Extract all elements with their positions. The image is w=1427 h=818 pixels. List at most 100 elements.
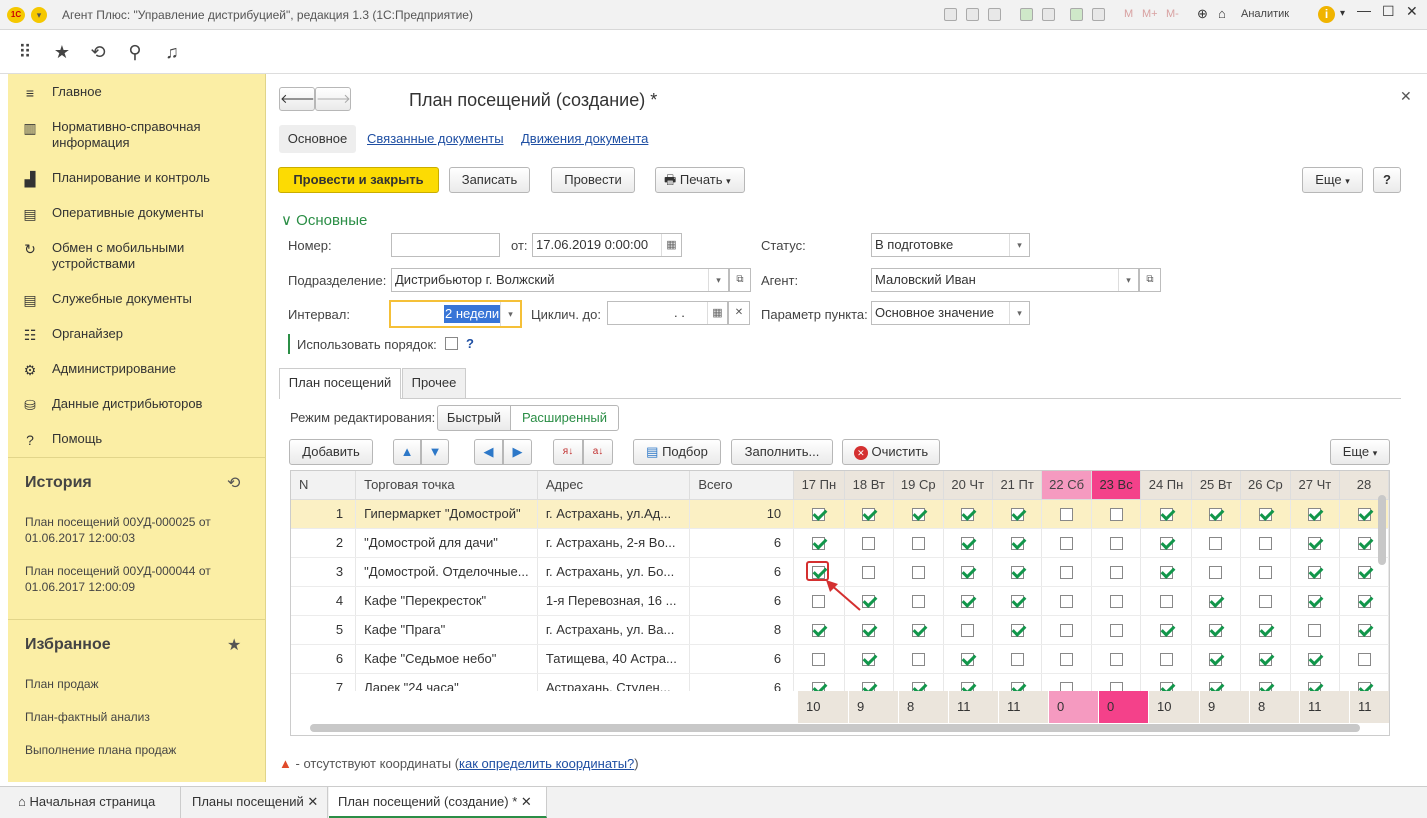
row-number[interactable]: 6 — [291, 644, 357, 674]
main-menu-icon[interactable]: ▾ — [31, 7, 47, 23]
visit-checkbox[interactable] — [812, 508, 826, 522]
info-dropdown-icon[interactable]: ▾ — [1340, 8, 1345, 19]
sidebar-item-planning[interactable]: ▟ Планирование и контроль — [8, 170, 266, 188]
visit-checkbox[interactable] — [862, 537, 876, 551]
visit-checkbox[interactable] — [1258, 566, 1272, 580]
row-point[interactable]: Гипермаркет "Домострой" — [355, 499, 538, 529]
favorite-link[interactable]: План-фактный анализ — [25, 709, 150, 725]
history-link[interactable]: План посещений 00УД-000025 от 01.06.2017… — [25, 514, 245, 546]
visit-checkbox[interactable] — [1258, 508, 1272, 522]
visit-checkbox[interactable] — [911, 508, 925, 522]
date-field[interactable]: 17.06.2019 0:00:00 ▦ — [532, 233, 682, 257]
sidebar-item-reference[interactable]: ▥ Нормативно-справочная информация — [8, 119, 266, 151]
visit-checkbox[interactable] — [1159, 566, 1173, 580]
row-total[interactable]: 10 — [689, 499, 795, 529]
visit-checkbox[interactable] — [1010, 624, 1024, 638]
coordinates-help-link[interactable]: как определить координаты? — [459, 756, 634, 771]
upload-icon[interactable] — [1020, 8, 1033, 21]
maximize-icon[interactable]: ☐ — [1382, 3, 1395, 20]
favorites-star-icon[interactable]: ★ — [51, 42, 73, 63]
move-right-icon[interactable]: ▶ — [503, 439, 532, 465]
calendar-icon[interactable]: ▦ — [707, 302, 727, 324]
visit-checkbox[interactable] — [1010, 653, 1024, 667]
fill-button[interactable]: Заполнить... — [731, 439, 833, 465]
visit-checkbox[interactable] — [1209, 653, 1223, 667]
chevron-down-icon[interactable]: ▾ — [708, 269, 728, 291]
star-icon[interactable]: ★ — [227, 635, 241, 655]
use-order-checkbox[interactable] — [445, 337, 458, 350]
visit-checkbox[interactable] — [812, 653, 826, 667]
row-point[interactable]: Кафе "Перекресток" — [355, 586, 538, 616]
tab-main[interactable]: Основное — [279, 125, 356, 153]
print-icon[interactable] — [966, 8, 979, 21]
visit-checkbox[interactable] — [961, 653, 975, 667]
post-button[interactable]: Провести — [551, 167, 635, 193]
column-header-day-weekend[interactable]: 23 Вс — [1091, 471, 1142, 500]
visit-checkbox[interactable] — [1060, 595, 1074, 609]
visit-checkbox[interactable] — [1357, 566, 1371, 580]
visit-checkbox[interactable] — [1308, 595, 1322, 609]
interval-select[interactable]: 2 недели ▾ — [389, 300, 522, 328]
visit-checkbox[interactable] — [1209, 624, 1223, 638]
table-row[interactable]: 1 Гипермаркет "Домострой" г. Астрахань, ул… — [291, 499, 1389, 529]
visit-checkbox[interactable] — [1109, 566, 1123, 580]
visit-checkbox[interactable] — [1060, 566, 1074, 580]
row-address[interactable]: г. Астрахань, ул.Ад... — [537, 499, 691, 529]
visit-checkbox[interactable] — [1209, 508, 1223, 522]
visit-checkbox[interactable] — [1109, 508, 1123, 522]
info-icon[interactable]: i — [1318, 6, 1335, 23]
visit-checkbox[interactable] — [862, 653, 876, 667]
edit-mode-fast-button[interactable]: Быстрый — [437, 405, 511, 431]
sidebar-item-exchange[interactable]: ↻ Обмен с мобильными устройствами — [8, 240, 266, 272]
tab-visit-plans[interactable]: Планы посещений ✕ — [182, 787, 328, 818]
more-button[interactable]: Еще ▾ — [1302, 167, 1363, 193]
visit-checkbox[interactable] — [1159, 624, 1173, 638]
row-address[interactable]: 1-я Перевозная, 16 ... — [537, 586, 691, 616]
visit-checkbox[interactable] — [1060, 508, 1074, 522]
close-form-icon[interactable]: ✕ — [1400, 88, 1412, 105]
visit-checkbox[interactable] — [1308, 566, 1322, 580]
visit-checkbox[interactable] — [812, 537, 826, 551]
column-header-day[interactable]: 21 Пт — [992, 471, 1043, 500]
sidebar-item-main[interactable]: ≡ Главное — [8, 84, 266, 101]
history-icon[interactable]: ⟲ — [87, 42, 109, 63]
column-header-day-weekend[interactable]: 22 Сб — [1041, 471, 1092, 500]
cycle-date-field[interactable]: . . ▦ — [607, 301, 728, 325]
visit-checkbox[interactable] — [1109, 624, 1123, 638]
tab-home[interactable]: ⌂ Начальная страница — [8, 787, 181, 818]
clear-button[interactable]: ✕ Очистить — [842, 439, 940, 465]
visit-checkbox[interactable] — [1308, 624, 1322, 638]
param-select[interactable]: Основное значение ▾ — [871, 301, 1030, 325]
current-user[interactable]: Аналитик — [1241, 8, 1289, 20]
calendar-icon[interactable]: ▦ — [661, 234, 681, 256]
bell-icon[interactable]: ⌂ — [1218, 6, 1226, 21]
move-left-icon[interactable]: ◀ — [474, 439, 503, 465]
sort-desc-icon[interactable]: а↓ — [583, 439, 613, 465]
memory-plus-button[interactable]: M+ — [1142, 8, 1158, 20]
order-help-icon[interactable]: ? — [466, 336, 474, 351]
column-header-address[interactable]: Адрес — [537, 471, 691, 500]
column-header-day[interactable]: 24 Пн — [1140, 471, 1192, 500]
row-total[interactable]: 6 — [689, 586, 795, 616]
column-header-day[interactable]: 25 Вт — [1191, 471, 1242, 500]
chevron-down-icon[interactable]: ▾ — [1009, 302, 1029, 324]
save-icon[interactable] — [944, 8, 957, 21]
apps-grid-icon[interactable]: ⠿ — [14, 42, 36, 63]
close-tab-icon[interactable]: ✕ — [307, 794, 318, 809]
row-total[interactable]: 6 — [689, 528, 795, 558]
sidebar-item-operational[interactable]: ▤ Оперативные документы — [8, 205, 266, 223]
tab-visit-plan-create[interactable]: План посещений (создание) * ✕ — [329, 787, 547, 818]
visit-checkbox[interactable] — [1308, 537, 1322, 551]
forward-button[interactable]: 🡒 — [315, 87, 351, 111]
visit-checkbox[interactable] — [1060, 624, 1074, 638]
visit-checkbox[interactable] — [1159, 653, 1173, 667]
division-select[interactable]: Дистрибьютор г. Волжский ▾ — [391, 268, 729, 292]
history-link[interactable]: План посещений 00УД-000044 от 01.06.2017… — [25, 563, 245, 595]
row-total[interactable]: 8 — [689, 615, 795, 645]
column-header-day[interactable]: 17 Пн — [793, 471, 845, 500]
move-up-icon[interactable]: ▲ — [393, 439, 421, 465]
pick-button[interactable]: ▤ Подбор — [633, 439, 721, 465]
close-window-icon[interactable]: ✕ — [1406, 3, 1418, 20]
visit-checkbox[interactable] — [1357, 653, 1371, 667]
visit-checkbox[interactable] — [1308, 508, 1322, 522]
